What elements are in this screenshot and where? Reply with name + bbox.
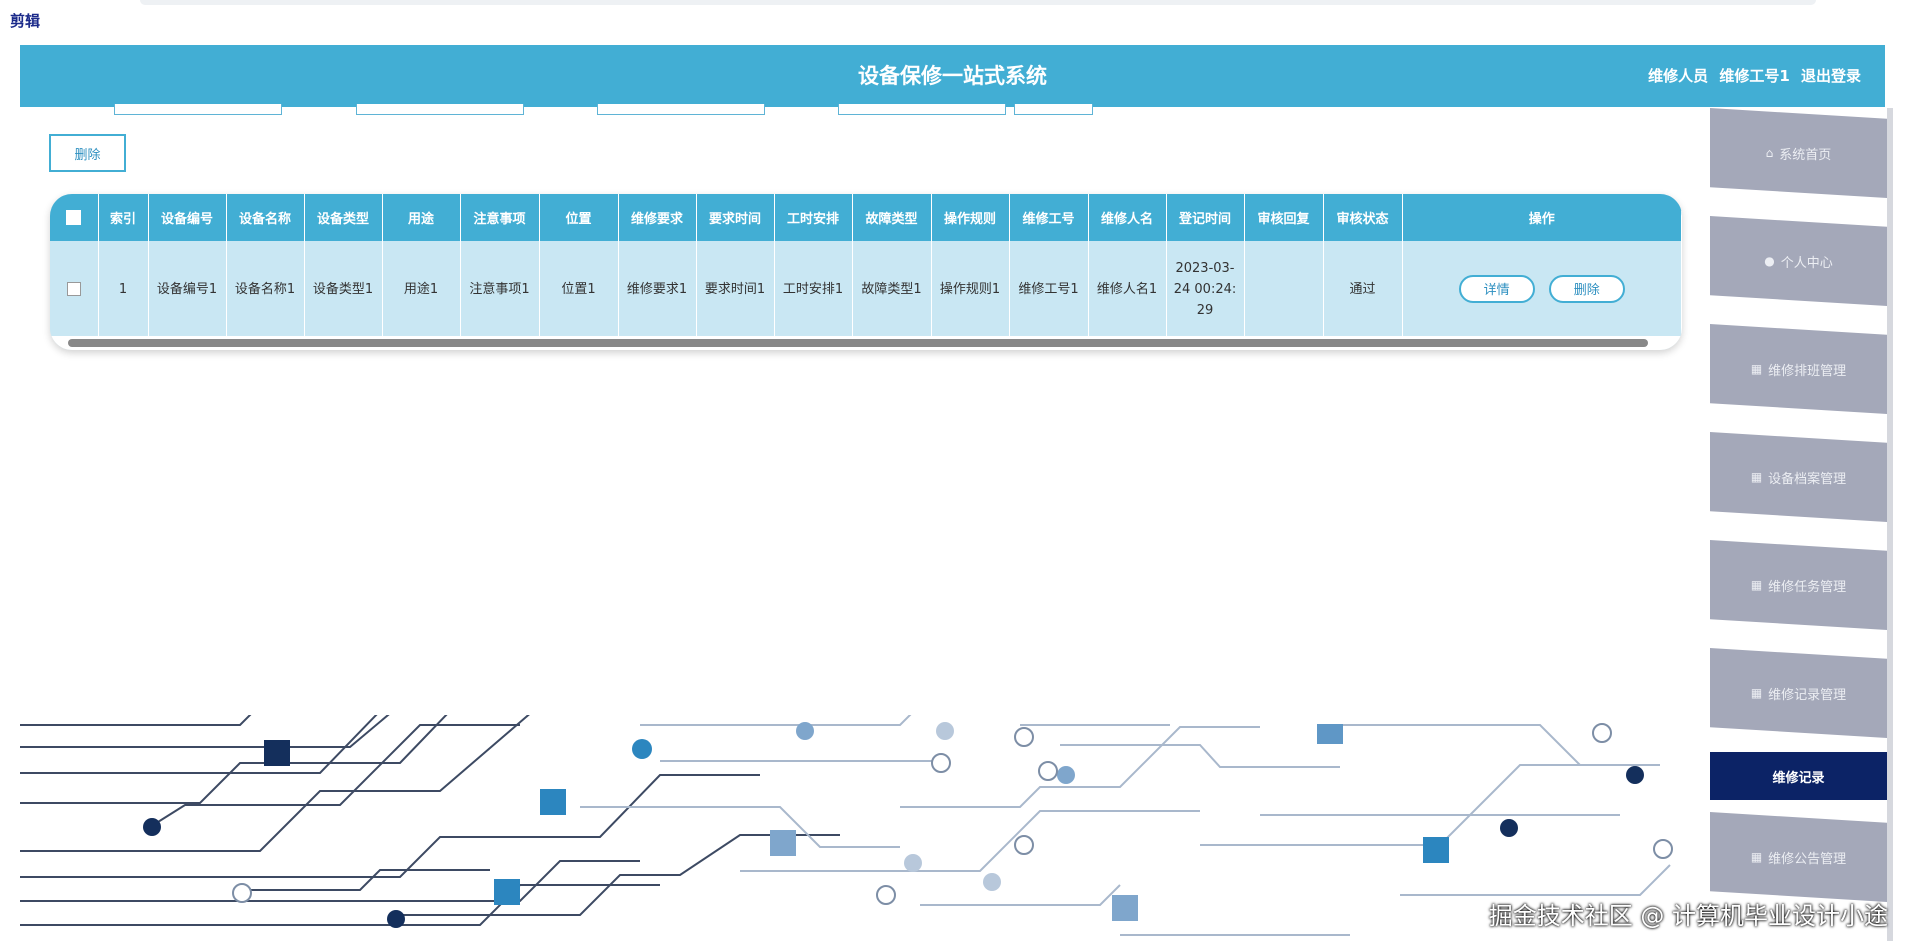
col-header: 注意事项 bbox=[460, 194, 540, 241]
col-header: 操作 bbox=[1402, 194, 1682, 241]
cell-index: 1 bbox=[98, 241, 149, 337]
col-header: 审核状态 bbox=[1323, 194, 1403, 241]
grid-icon: ▦ bbox=[1750, 362, 1763, 376]
sidebar-item-label: 系统首页 bbox=[1779, 147, 1832, 163]
username: 维修工号1 bbox=[1719, 67, 1790, 85]
cell-worker-no: 维修工号1 bbox=[1009, 241, 1089, 337]
col-header: 用途 bbox=[382, 194, 461, 241]
col-header: 位置 bbox=[539, 194, 619, 241]
cell-device-no: 设备编号1 bbox=[148, 241, 227, 337]
cell-repair-req: 维修要求1 bbox=[618, 241, 697, 337]
sidebar-item-records-mgmt[interactable]: ▦ 维修记录管理 bbox=[1710, 648, 1887, 738]
sidebar-item-label: 维修公告管理 bbox=[1768, 851, 1847, 867]
sidebar-item-records[interactable]: 维修记录 bbox=[1710, 752, 1887, 800]
scrollbar-thumb[interactable] bbox=[68, 339, 1648, 347]
select-all-cell[interactable] bbox=[50, 194, 99, 241]
row-select-cell[interactable] bbox=[50, 241, 99, 337]
data-table: 索引 设备编号 设备名称 设备类型 用途 注意事项 位置 维修要求 要求时间 工… bbox=[50, 194, 1682, 350]
user-role: 维修人员 bbox=[1648, 67, 1709, 85]
grid-icon: ▦ bbox=[1750, 578, 1763, 592]
select-all-checkbox[interactable] bbox=[66, 210, 82, 225]
table-row: 1 设备编号1 设备名称1 设备类型1 用途1 注意事项1 位置1 维修要求1 … bbox=[50, 241, 1682, 337]
sidebar: ⌂ 系统首页 ● 个人中心 ▦ 维修排班管理 ▦ 设备档案管理 ▦ 维修任务管理 ▦ 维修记… bbox=[1710, 108, 1887, 941]
sidebar-item-label: 设备档案管理 bbox=[1768, 471, 1847, 487]
cell-reg-time: 2023-03-24 00:24:29 bbox=[1166, 241, 1245, 337]
batch-delete-button[interactable]: 删除 bbox=[49, 134, 126, 172]
circuit-decoration bbox=[20, 715, 1673, 936]
sidebar-item-device-archive[interactable]: ▦ 设备档案管理 bbox=[1710, 432, 1887, 522]
col-header: 索引 bbox=[98, 194, 149, 241]
watermark: 掘金技术社区 @ 计算机毕业设计小途 bbox=[1488, 902, 1888, 930]
row-delete-button[interactable]: 删除 bbox=[1548, 275, 1625, 303]
cell-location: 位置1 bbox=[539, 241, 619, 337]
sidebar-item-label: 维修排班管理 bbox=[1768, 363, 1847, 379]
cell-work-hours: 工时安排1 bbox=[774, 241, 853, 337]
user-area: 维修人员 维修工号1 退出登录 bbox=[1642, 45, 1861, 107]
sidebar-item-tasks[interactable]: ▦ 维修任务管理 bbox=[1710, 540, 1887, 630]
col-header: 设备类型 bbox=[304, 194, 383, 241]
col-header: 工时安排 bbox=[774, 194, 853, 241]
sidebar-item-label: 个人中心 bbox=[1780, 255, 1833, 271]
search-input-2[interactable] bbox=[356, 104, 524, 115]
sidebar-item-schedule[interactable]: ▦ 维修排班管理 bbox=[1710, 324, 1887, 414]
cell-device-name: 设备名称1 bbox=[226, 241, 305, 337]
col-header: 操作规则 bbox=[931, 194, 1010, 241]
grid-icon: ▦ bbox=[1750, 470, 1763, 484]
detail-button[interactable]: 详情 bbox=[1458, 275, 1535, 303]
top-strip bbox=[140, 0, 1816, 5]
row-checkbox[interactable] bbox=[66, 282, 81, 296]
horizontal-scrollbar[interactable] bbox=[50, 336, 1682, 350]
app-header: 设备保修一站式系统 维修人员 维修工号1 退出登录 bbox=[20, 45, 1885, 107]
col-header: 审核回复 bbox=[1244, 194, 1324, 241]
grid-icon: ▦ bbox=[1750, 850, 1763, 864]
sidebar-item-label: 维修任务管理 bbox=[1768, 579, 1847, 595]
cell-worker-name: 维修人名1 bbox=[1088, 241, 1167, 337]
col-header: 设备编号 bbox=[148, 194, 227, 241]
corner-label: 剪辑 bbox=[10, 12, 41, 30]
search-input-1[interactable] bbox=[114, 104, 282, 115]
cell-req-time: 要求时间1 bbox=[696, 241, 775, 337]
logout-link[interactable]: 退出登录 bbox=[1801, 67, 1861, 85]
grid-icon: ▦ bbox=[1750, 686, 1763, 700]
cell-audit-status: 通过 bbox=[1323, 241, 1403, 337]
right-edge bbox=[1887, 108, 1893, 941]
sidebar-item-notice[interactable]: ▦ 维修公告管理 bbox=[1710, 812, 1887, 902]
cell-audit-reply bbox=[1244, 241, 1324, 337]
col-header: 维修人名 bbox=[1088, 194, 1167, 241]
sidebar-item-label: 维修记录管理 bbox=[1768, 687, 1847, 703]
search-button[interactable] bbox=[1014, 104, 1093, 115]
cell-notes: 注意事项1 bbox=[460, 241, 540, 337]
cell-device-type: 设备类型1 bbox=[304, 241, 383, 337]
search-input-3[interactable] bbox=[597, 104, 765, 115]
search-input-4[interactable] bbox=[838, 104, 1006, 115]
col-header: 故障类型 bbox=[852, 194, 932, 241]
sidebar-item-label: 维修记录 bbox=[1772, 770, 1825, 786]
col-header: 维修工号 bbox=[1009, 194, 1089, 241]
col-header: 登记时间 bbox=[1166, 194, 1245, 241]
sidebar-item-profile[interactable]: ● 个人中心 bbox=[1710, 216, 1887, 306]
col-header: 设备名称 bbox=[226, 194, 305, 241]
home-icon: ⌂ bbox=[1765, 146, 1774, 160]
cell-usage: 用途1 bbox=[382, 241, 461, 337]
table-header-row: 索引 设备编号 设备名称 设备类型 用途 注意事项 位置 维修要求 要求时间 工… bbox=[50, 194, 1682, 241]
col-header: 维修要求 bbox=[618, 194, 697, 241]
col-header: 要求时间 bbox=[696, 194, 775, 241]
user-icon: ● bbox=[1764, 254, 1775, 268]
sidebar-item-home[interactable]: ⌂ 系统首页 bbox=[1710, 108, 1887, 198]
cell-actions: 详情 删除 bbox=[1402, 241, 1682, 337]
app-title: 设备保修一站式系统 bbox=[858, 64, 1047, 88]
cell-op-rules: 操作规则1 bbox=[931, 241, 1010, 337]
cell-fault-type: 故障类型1 bbox=[852, 241, 932, 337]
